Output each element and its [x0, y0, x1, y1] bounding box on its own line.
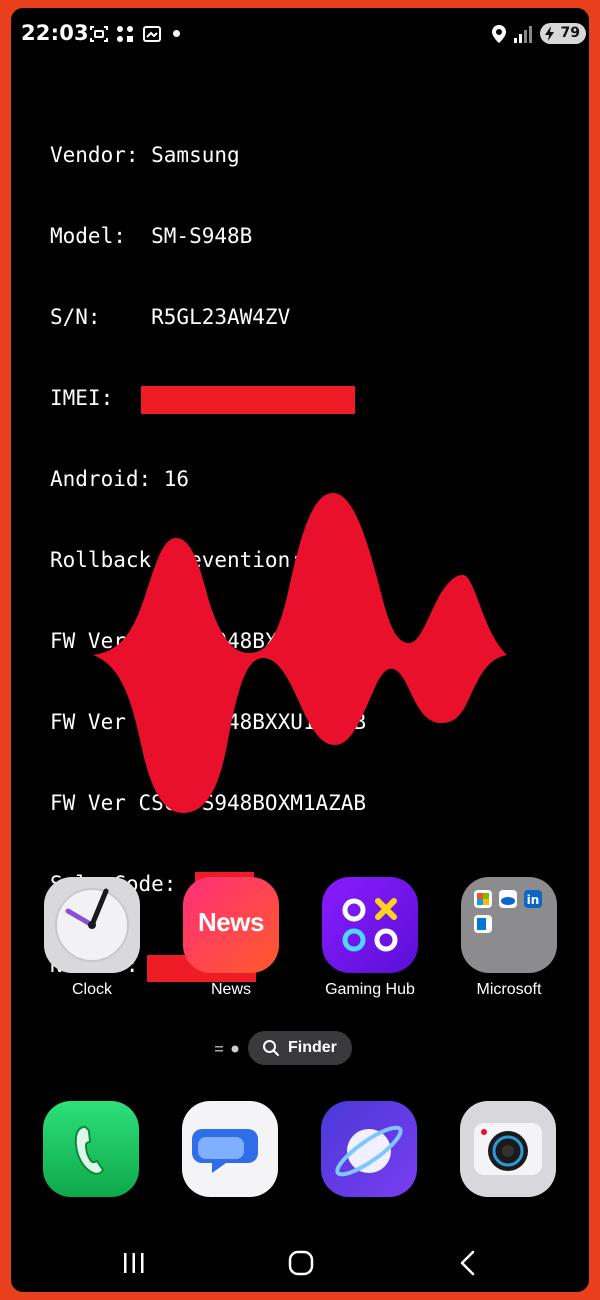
gaming-hub-label: Gaming Hub — [325, 981, 415, 998]
home-button[interactable] — [286, 1248, 316, 1278]
battery-indicator: 79 — [540, 23, 586, 44]
messages-icon[interactable] — [182, 1101, 278, 1197]
microsoft-folder-icon: in — [461, 877, 557, 973]
battery-level: 79 — [560, 25, 580, 41]
page-indicator[interactable] — [215, 1044, 241, 1054]
clock-label: Clock — [71, 981, 112, 998]
app-news[interactable]: News News — [166, 877, 296, 999]
app-microsoft-folder[interactable]: in Microsoft — [444, 877, 574, 999]
sound-wave-logo — [93, 493, 507, 813]
app-gaming-hub[interactable]: Gaming Hub — [305, 877, 435, 999]
imei-label: IMEI: — [50, 386, 114, 410]
gaming-hub-icon — [322, 877, 418, 973]
imei-redaction — [141, 386, 355, 414]
status-time: 22:03 — [21, 21, 89, 45]
model-line: Model: SM-S948B — [50, 224, 253, 248]
serial-line: S/N: R5GL23AW4ZV — [50, 305, 291, 329]
microsoft-label: Microsoft — [476, 981, 542, 998]
status-bar: 22:03 79 — [11, 8, 589, 58]
recents-button[interactable] — [119, 1248, 149, 1278]
signal-icon — [514, 26, 532, 43]
home-screen: 22:03 79 Vendor: Samsung Model: SM-S948B… — [11, 8, 589, 1292]
edit-image-icon — [143, 26, 161, 42]
clock-icon — [44, 877, 140, 973]
search-icon — [263, 1040, 279, 1056]
back-button[interactable] — [454, 1248, 484, 1278]
apps-grid-icon — [117, 26, 133, 42]
news-label: News — [210, 981, 251, 998]
location-icon — [492, 25, 506, 43]
vendor-line: Vendor: Samsung — [50, 143, 240, 167]
app-clock[interactable]: Clock — [27, 877, 157, 999]
notification-dot — [173, 30, 180, 37]
svg-text:in: in — [527, 893, 540, 907]
phone-icon[interactable] — [43, 1101, 139, 1197]
finder-button[interactable]: Finder — [248, 1031, 352, 1065]
camera-icon[interactable] — [460, 1101, 556, 1197]
imei-line: IMEI: — [50, 385, 366, 414]
screenshot-icon — [90, 26, 108, 42]
news-icon-text: News — [198, 907, 264, 937]
internet-icon[interactable] — [321, 1101, 417, 1197]
charging-icon — [545, 26, 554, 41]
finder-label: Finder — [288, 1039, 337, 1056]
news-icon: News — [183, 877, 279, 973]
